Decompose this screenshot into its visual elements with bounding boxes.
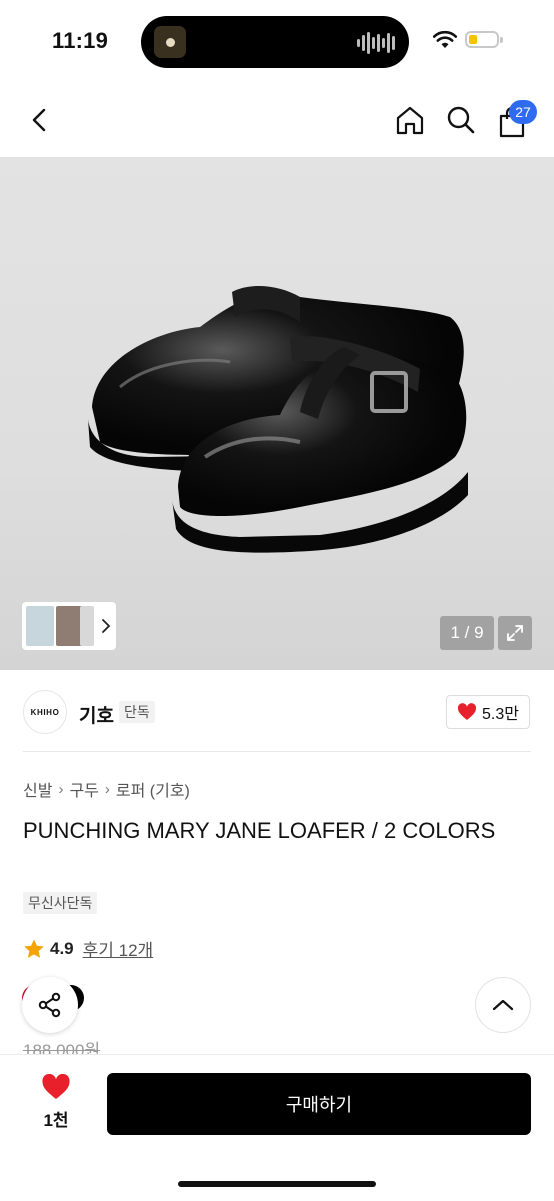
scroll-to-top-button[interactable]: [475, 977, 531, 1033]
battery-icon: [465, 31, 503, 48]
buy-button[interactable]: 구매하기: [107, 1073, 531, 1135]
breadcrumb-item-loafer[interactable]: 로퍼 (기호): [116, 777, 190, 801]
exclusive-badge: 무신사단독: [23, 892, 98, 914]
now-playing-artwork: [154, 26, 186, 58]
thumbnail-1[interactable]: [26, 606, 54, 646]
divider: [23, 751, 531, 752]
star-icon: [24, 939, 44, 958]
product-image[interactable]: [0, 157, 554, 670]
review-count-link[interactable]: 후기 12개: [83, 936, 154, 961]
rating-score: 4.9: [50, 938, 74, 958]
chevron-right-icon: ›: [58, 780, 64, 798]
chevron-right-icon: [102, 619, 111, 633]
expand-icon: [507, 625, 523, 641]
home-indicator[interactable]: [178, 1181, 376, 1187]
breadcrumb-item-shoes[interactable]: 신발: [23, 777, 52, 801]
chevron-right-icon: ›: [104, 780, 110, 798]
audio-waveform-icon: [357, 32, 395, 54]
brand-like-count: 5.3만: [482, 706, 519, 723]
back-button[interactable]: [20, 100, 60, 140]
wishlist-button[interactable]: 1천: [30, 1074, 82, 1131]
home-icon: [396, 106, 424, 135]
fullscreen-button[interactable]: [498, 616, 532, 650]
product-title: PUNCHING MARY JANE LOAFER / 2 COLORS: [23, 818, 496, 843]
wifi-icon: [432, 30, 458, 48]
chevron-up-icon: [492, 999, 514, 1011]
dynamic-island: [141, 16, 409, 68]
search-icon: [447, 106, 475, 134]
shoe-photo: [88, 285, 468, 553]
cart-count-badge: 27: [509, 100, 537, 124]
brand-name[interactable]: 기호: [79, 701, 114, 728]
breadcrumb-item-dress-shoes[interactable]: 구두: [69, 777, 98, 801]
wishlist-count: 1천: [43, 1111, 69, 1130]
heart-icon: [42, 1074, 70, 1099]
image-thumbnail-strip[interactable]: [22, 602, 116, 650]
heart-icon: [457, 703, 477, 720]
home-button[interactable]: [390, 100, 430, 140]
brand-like-button[interactable]: 5.3만: [446, 695, 530, 729]
brand-logo[interactable]: KHIHO: [23, 690, 67, 734]
search-button[interactable]: [441, 100, 481, 140]
brand-exclusive-tag: 단독: [119, 701, 155, 723]
breadcrumb: 신발 › 구두 › 로퍼 (기호): [23, 777, 190, 801]
rating-row: 4.9 후기 12개: [23, 936, 153, 961]
status-time: 11:19: [52, 28, 109, 53]
share-icon: [38, 992, 61, 1018]
chevron-left-icon: [32, 108, 46, 132]
image-pager: 1 / 9: [440, 616, 494, 650]
share-button[interactable]: [22, 977, 78, 1033]
thumbnail-3[interactable]: [80, 606, 94, 646]
